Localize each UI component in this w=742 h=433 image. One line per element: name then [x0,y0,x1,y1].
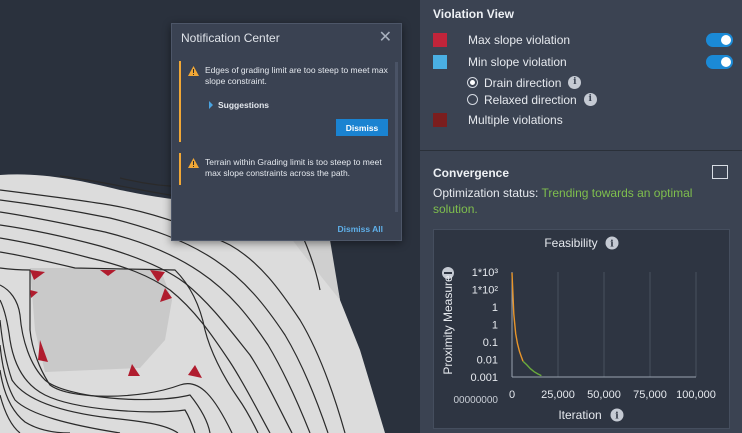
expand-icon[interactable] [712,165,728,179]
max-slope-color-swatch [433,33,447,47]
warning-icon [188,158,199,168]
notification-list[interactable]: Edges of grading limit are too steep to … [179,61,394,215]
notification-center-panel: Notification Center ✕ Edges of grading l… [171,23,402,241]
chart-title: Feasibility [544,236,597,250]
series-line [522,360,542,377]
relaxed-direction-radio[interactable] [467,94,478,105]
max-slope-toggle[interactable] [706,33,733,47]
violation-row-max-slope: Max slope violation [433,31,733,49]
optimization-status: Optimization status: Trending towards an… [433,185,733,217]
y-tick-label: 1 [492,302,498,314]
series-line [511,272,524,362]
caret-right-icon [209,101,213,109]
drain-direction-radio[interactable] [467,77,478,88]
feasibility-chart-svg: Feasibility i Proximity Measure 1*10³ 1*1… [441,230,716,422]
relaxed-direction-label: Relaxed direction [484,92,577,107]
y-tick-label: 0.01 [477,355,498,367]
y-tick-label-clipped: 00000000 [454,395,499,406]
violation-row-min-slope: Min slope violation [433,53,733,71]
multiple-violations-label: Multiple violations [468,113,563,127]
x-axis-label: Iteration [558,408,601,422]
warning-icon [188,66,199,76]
section-divider [420,150,742,151]
notification-header: Notification Center ✕ [172,24,401,51]
multiple-violations-color-swatch [433,113,447,127]
violation-row-multiple: Multiple violations [433,111,733,129]
info-icon[interactable]: i [583,93,597,106]
drain-direction-option[interactable]: Drain direction i [467,75,582,90]
info-icon[interactable]: i [568,76,582,89]
y-tick-label: 10 [486,230,498,233]
min-slope-color-swatch [433,55,447,69]
y-tick-label: 1*10³ [472,267,499,279]
y-tick-label: 0.1 [483,337,498,349]
convergence-title: Convergence [433,166,510,180]
notification-text: Edges of grading limit are too steep to … [205,65,388,86]
properties-panel: Violation View Max slope violation Min s… [420,0,742,433]
suggestions-label: Suggestions [218,100,270,110]
relaxed-direction-option[interactable]: Relaxed direction i [467,92,597,107]
y-axis-label: Proximity Measure [441,275,455,375]
notification-title: Notification Center [181,30,280,45]
x-tick-label: 25,000 [541,389,575,401]
feasibility-chart: Feasibility i Proximity Measure 1*10³ 1*1… [433,229,730,429]
suggestions-expander[interactable]: Suggestions [209,100,388,110]
x-tick-label: 50,000 [587,389,621,401]
info-icon-glyph: i [615,412,619,422]
notification-message: Terrain within Grading limit is too stee… [179,153,394,185]
notification-message: Edges of grading limit are too steep to … [179,61,394,142]
x-tick-label: 75,000 [633,389,667,401]
close-icon[interactable]: ✕ [379,29,392,46]
y-tick-label: 0.001 [470,372,498,384]
optimization-status-label: Optimization status: [433,186,542,200]
collapse-icon-bar [444,272,452,274]
x-tick-label: 100,000 [676,389,716,401]
violation-view-title: Violation View [433,7,514,21]
dismiss-all-link[interactable]: Dismiss All [337,224,383,234]
y-tick-label: 1*10² [472,285,499,297]
min-slope-toggle[interactable] [706,55,733,69]
drain-direction-label: Drain direction [484,75,562,90]
min-slope-label: Min slope violation [468,55,567,69]
dismiss-button[interactable]: Dismiss [336,119,388,136]
y-tick-label: 1 [492,320,498,332]
x-tick-label: 0 [509,389,515,401]
notification-text: Terrain within Grading limit is too stee… [205,157,382,178]
max-slope-label: Max slope violation [468,33,571,47]
info-icon-glyph: i [610,240,614,250]
notification-scrollbar[interactable] [395,62,398,212]
